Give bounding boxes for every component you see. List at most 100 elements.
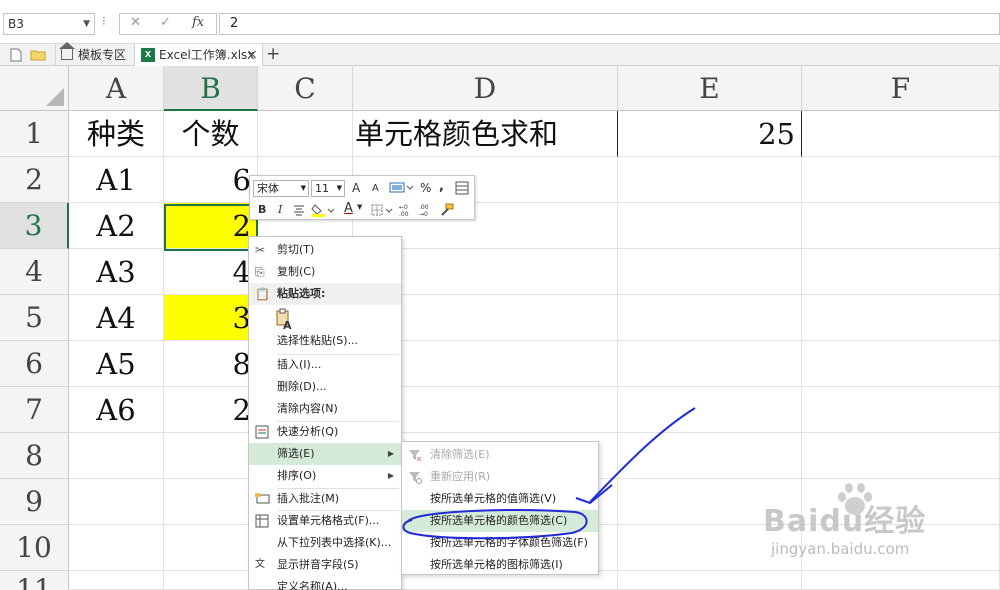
grid-cell[interactable] <box>164 571 258 590</box>
grid-cell[interactable] <box>802 295 1000 341</box>
column-header-b[interactable]: B <box>164 66 258 111</box>
borders-icon[interactable] <box>371 204 393 216</box>
name-box[interactable]: B3 ▼ <box>3 13 95 35</box>
grid-cell[interactable] <box>618 387 802 433</box>
cell-a1[interactable]: 种类 <box>69 111 164 157</box>
decrease-decimal-icon[interactable]: .00→0 <box>418 203 434 217</box>
grid-cell[interactable] <box>802 341 1000 387</box>
submenu-item-filter-by-icon[interactable]: 按所选单元格的图标筛选(I) <box>402 554 598 576</box>
cell-b4[interactable]: 4 <box>164 249 258 295</box>
format-painter-table-icon[interactable] <box>455 181 469 195</box>
close-icon[interactable]: × <box>246 44 258 66</box>
menu-item-cut[interactable]: ✂ 剪切(T) <box>249 239 401 261</box>
row-header-5[interactable]: 5 <box>0 295 69 341</box>
grid-cell[interactable] <box>618 203 802 249</box>
grid-cell[interactable] <box>802 249 1000 295</box>
grid-cell[interactable] <box>69 433 164 479</box>
grid-cell[interactable] <box>69 479 164 525</box>
more-icon[interactable]: ⁝ <box>102 14 106 28</box>
cell-b5[interactable]: 3 <box>164 295 258 341</box>
row-header-1[interactable]: 1 <box>0 111 69 157</box>
grid-cell[interactable] <box>618 295 802 341</box>
submenu-item-filter-by-color[interactable]: 按所选单元格的颜色筛选(C) <box>402 510 598 532</box>
add-tab-button[interactable]: + <box>266 44 280 66</box>
menu-item-insert-comment[interactable]: 插入批注(M) <box>249 488 401 510</box>
row-header-11[interactable]: 11 <box>0 571 69 590</box>
cell-a2[interactable]: A1 <box>69 157 164 203</box>
grid-cell[interactable] <box>164 525 258 571</box>
paste-icon[interactable]: A <box>275 308 295 330</box>
grid-cell[interactable] <box>164 479 258 525</box>
chevron-down-icon[interactable]: ▼ <box>83 14 90 34</box>
grid-cell[interactable] <box>802 433 1000 479</box>
grow-font-icon[interactable]: A <box>352 181 360 195</box>
bold-icon[interactable]: B <box>258 203 266 216</box>
column-header-c[interactable]: C <box>258 66 353 111</box>
comma-style-icon[interactable]: , <box>439 179 444 194</box>
align-center-icon[interactable] <box>293 204 305 216</box>
cell-b7[interactable]: 2 <box>164 387 258 433</box>
italic-icon[interactable]: I <box>278 203 282 216</box>
cell-a4[interactable]: A3 <box>69 249 164 295</box>
cell-e1[interactable]: 25 <box>618 111 802 157</box>
grid-cell[interactable] <box>258 111 353 157</box>
font-name-select[interactable]: 宋体 ▼ <box>253 180 309 197</box>
grid-cell[interactable] <box>802 387 1000 433</box>
tab-template-zone[interactable]: 模板专区 <box>55 42 135 66</box>
folder-icon[interactable] <box>30 49 46 61</box>
font-size-select[interactable]: 11 ▼ <box>311 180 345 197</box>
row-header-6[interactable]: 6 <box>0 341 69 387</box>
cell-a5[interactable]: A4 <box>69 295 164 341</box>
shrink-font-icon[interactable]: A <box>372 183 379 194</box>
menu-item-sort[interactable]: 排序(O) ▶ <box>249 465 401 487</box>
tab-excel-workbook[interactable]: X Excel工作簿.xlsx × <box>135 44 263 66</box>
accounting-format-icon[interactable] <box>389 181 413 195</box>
menu-item-paste-special[interactable]: 选择性粘贴(S)... <box>249 330 401 352</box>
grid-cell[interactable] <box>164 433 258 479</box>
submenu-item-filter-by-font-color[interactable]: 按所选单元格的字体颜色筛选(F) <box>402 532 598 554</box>
fill-color-icon[interactable] <box>311 202 335 218</box>
chevron-down-icon[interactable]: ▼ <box>357 203 362 211</box>
grid-cell[interactable] <box>618 157 802 203</box>
format-painter-icon[interactable] <box>439 203 455 217</box>
row-header-10[interactable]: 10 <box>0 525 69 571</box>
grid-cell[interactable] <box>802 203 1000 249</box>
increase-decimal-icon[interactable]: ←0.00 <box>398 203 414 217</box>
grid-cell[interactable] <box>618 249 802 295</box>
menu-item-clear-contents[interactable]: 清除内容(N) <box>249 398 401 420</box>
grid-cell[interactable] <box>618 341 802 387</box>
cell-a3[interactable]: A2 <box>69 203 164 249</box>
menu-item-quick-analysis[interactable]: 快速分析(Q) <box>249 421 401 443</box>
menu-item-show-phonetic[interactable]: 文 显示拼音字段(S) <box>249 554 401 576</box>
formula-input[interactable]: 2 <box>219 13 1000 35</box>
confirm-icon[interactable]: ✓ <box>160 15 171 30</box>
menu-item-filter[interactable]: 筛选(E) ▶ <box>249 443 401 465</box>
row-header-7[interactable]: 7 <box>0 387 69 433</box>
row-header-8[interactable]: 8 <box>0 433 69 479</box>
cell-b6[interactable]: 8 <box>164 341 258 387</box>
column-header-d[interactable]: D <box>353 66 618 111</box>
grid-cell[interactable] <box>69 525 164 571</box>
column-header-e[interactable]: E <box>618 66 802 111</box>
row-header-2[interactable]: 2 <box>0 157 69 203</box>
cell-a7[interactable]: A6 <box>69 387 164 433</box>
column-header-a[interactable]: A <box>69 66 164 111</box>
grid-cell[interactable] <box>802 157 1000 203</box>
menu-item-pick-from-list[interactable]: 从下拉列表中选择(K)... <box>249 532 401 554</box>
cell-a6[interactable]: A5 <box>69 341 164 387</box>
select-all-corner[interactable] <box>0 66 69 111</box>
grid-cell[interactable] <box>802 111 1000 157</box>
font-color-icon[interactable]: A <box>344 201 353 216</box>
cell-d1[interactable]: 单元格颜色求和 <box>353 111 618 157</box>
row-header-4[interactable]: 4 <box>0 249 69 295</box>
grid-cell[interactable] <box>69 571 164 590</box>
row-header-3[interactable]: 3 <box>0 203 69 249</box>
grid-cell[interactable] <box>618 433 802 479</box>
cell-b2[interactable]: 6 <box>164 157 258 203</box>
new-file-icon[interactable] <box>10 48 22 62</box>
menu-item-delete[interactable]: 删除(D)... <box>249 376 401 398</box>
row-header-9[interactable]: 9 <box>0 479 69 525</box>
column-header-f[interactable]: F <box>802 66 1000 111</box>
cancel-icon[interactable]: ✕ <box>130 15 141 30</box>
menu-item-format-cells[interactable]: 设置单元格格式(F)... <box>249 510 401 532</box>
